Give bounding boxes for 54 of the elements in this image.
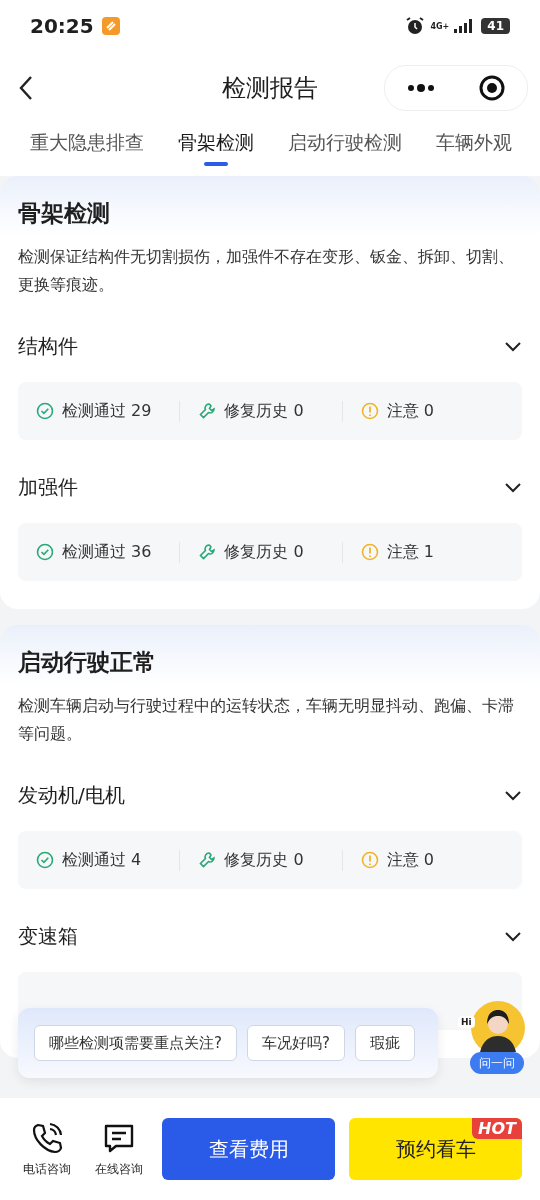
wrench-icon [198,851,217,869]
check-circle-icon [36,402,54,420]
cost-button[interactable]: 查看费用 [162,1118,335,1180]
section-title: 启动行驶正常 [18,648,157,677]
hot-badge: HOT [472,1118,522,1139]
bottom-action[interactable]: 电话咨询 [18,1120,76,1178]
tab[interactable]: 启动行驶检测 [288,124,402,174]
stat-label: 修复历史 0 [224,849,304,871]
booking-button[interactable]: 预约看车 HOT [349,1118,522,1180]
group-title: 加强件 [18,474,78,501]
tab[interactable]: 骨架检测 [178,124,254,174]
chevron-down-icon[interactable] [504,340,522,353]
check-circle-icon [36,543,54,561]
suggestion-chip[interactable]: 瑕疵 [354,1025,415,1061]
network-label: 4G+ [430,21,450,31]
section-description: 检测保证结构件无切割损伤，加强件不存在变形、钣金、拆卸、切割、更换等痕迹。 [18,246,515,296]
chevron-down-icon[interactable] [504,481,522,494]
stat-label: 注意 1 [386,541,434,563]
stat-label: 检测通过 4 [62,849,142,871]
tab[interactable]: 车辆外观 [436,124,512,174]
more-icon[interactable] [406,83,436,93]
page-title: 检测报告 [221,73,319,104]
back-icon[interactable] [18,75,34,101]
group-title: 变速箱 [18,923,78,950]
wrench-icon [198,402,217,420]
suggestion-chip[interactable]: 车况好吗? [246,1025,345,1061]
battery-level: 41 [481,18,510,34]
ask-button[interactable]: 问一问 [470,1052,524,1074]
stat-label: 检测通过 36 [62,541,152,563]
close-target-icon[interactable] [478,74,506,102]
phone-icon [30,1120,64,1155]
check-circle-icon [36,851,54,869]
stat-label: 检测通过 29 [62,400,152,422]
group-title: 结构件 [18,333,78,360]
bottom-action[interactable]: 在线咨询 [90,1120,148,1178]
wrench-icon [198,543,217,561]
hi-bubble: Hi [458,1016,475,1028]
group-title: 发动机/电机 [18,782,125,809]
section-title: 骨架检测 [18,199,111,228]
warning-icon [360,851,379,869]
tab[interactable]: 重大隐患排查 [30,124,144,174]
stat-label: 修复历史 0 [224,400,304,422]
section-description: 检测车辆启动与行驶过程中的运转状态，车辆无明显抖动、跑偏、卡滞等问题。 [18,695,515,745]
stat-label: 注意 0 [386,849,434,871]
warning-icon [360,402,379,420]
chevron-down-icon[interactable] [504,930,522,943]
status-time: 20:25 [30,14,94,38]
warning-icon [360,543,379,561]
suggestion-chip[interactable]: 哪些检测项需要重点关注? [34,1025,237,1061]
stat-label: 注意 0 [386,400,434,422]
app-icon [101,17,120,35]
alarm-icon [405,16,426,36]
stat-label: 修复历史 0 [224,541,304,563]
chevron-down-icon[interactable] [504,789,522,802]
